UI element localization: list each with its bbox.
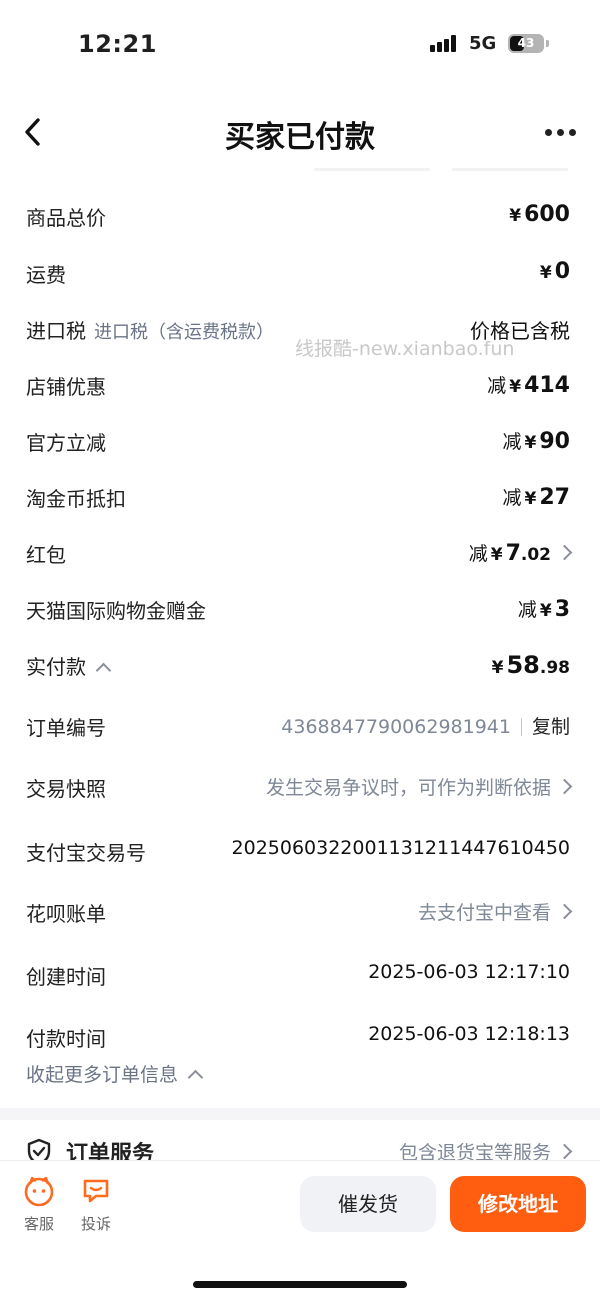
watermark-text: 线报酷-new.xianbao.fun [295,338,515,360]
row-label: 进口税 进口税（含运费税款） [26,319,274,343]
row-amount: ¥0 [539,259,570,284]
customer-service-icon [24,1176,54,1207]
bottom-action-bar: 客服 投诉 催发货 修改地址 [0,1160,600,1301]
complaint-button[interactable]: 投诉 [71,1173,121,1245]
snapshot-value: 发生交易争议时，可作为判断依据 [266,773,573,800]
row-amount: ¥58.98 [491,651,570,679]
row-label: 天猫国际购物金赠金 [26,599,206,623]
paid-time-label: 付款时间 [26,1027,106,1051]
row-amount: 减 ¥27 [502,485,570,510]
battery-cap [546,40,549,47]
created-time-value: 2025-06-03 12:17:10 [368,961,570,983]
row-label: 红包 [26,543,66,567]
shield-check-icon [27,1138,51,1160]
paid-time-value: 2025-06-03 12:18:13 [368,1023,570,1045]
customer-service-button[interactable]: 客服 [14,1173,64,1245]
customer-service-label: 客服 [23,1215,54,1233]
row-amount: ¥600 [509,202,570,227]
order-number-label: 订单编号 [26,716,106,740]
row-sublabel: 进口税（含运费税款） [94,322,274,343]
more-button[interactable] [540,120,580,144]
battery-icon: 43 [508,34,544,53]
row-label: 淘金币抵扣 [26,487,126,511]
order-service-title: 订单服务 [66,1142,155,1160]
chevron-right-icon [556,903,573,920]
row-amount: 减 ¥7.02 [469,539,573,566]
row-amount: 减 ¥414 [487,373,570,398]
change-address-button[interactable]: 修改地址 [450,1176,586,1232]
order-service-detail: 包含退货宝等服务 [399,1138,573,1160]
battery-percent: 43 [517,36,535,50]
section-divider [0,1108,600,1120]
snapshot-label: 交易快照 [26,777,106,801]
collapse-order-info-button[interactable]: 收起更多订单信息 [26,1060,204,1087]
chevron-right-icon [556,544,573,561]
tab-ghost-left [314,168,430,171]
remind-shipment-button[interactable]: 催发货 [300,1176,436,1232]
divider [520,718,522,736]
row-amount: 减 ¥90 [502,429,570,454]
signal-icon [430,34,462,52]
row-label: 商品总价 [26,206,106,230]
nav-header: 买家已付款 [0,100,600,166]
status-time: 12:21 [78,30,157,58]
page-title: 买家已付款 [225,120,375,155]
chevron-right-icon [556,778,573,795]
huabei-value: 去支付宝中查看 [418,898,573,925]
alipay-trade-label: 支付宝交易号 [26,841,146,865]
huabei-label: 花呗账单 [26,902,106,926]
complaint-icon [83,1179,109,1203]
created-time-label: 创建时间 [26,965,106,989]
row-label: 运费 [26,263,66,287]
status-bar: 12:21 5G 43 [0,0,600,90]
order-number-value: 4368847790062981941 复制 [281,716,570,738]
chevron-right-icon [556,1143,573,1160]
tab-ghost-right [452,168,568,171]
order-service-row[interactable]: 订单服务 包含退货宝等服务 [0,1120,600,1160]
alipay-trade-number: 2025060322001131211447610450 [231,837,570,859]
row-label: 实付款 [26,651,112,680]
network-type: 5G [469,33,497,54]
home-indicator [193,1281,407,1288]
row-label: 店铺优惠 [26,375,106,399]
chevron-up-icon [187,1069,204,1086]
row-amount: 减 ¥3 [517,597,570,622]
complaint-label: 投诉 [80,1215,111,1233]
chevron-up-icon [95,662,112,679]
row-label: 官方立减 [26,431,106,455]
copy-button[interactable]: 复制 [532,716,570,738]
